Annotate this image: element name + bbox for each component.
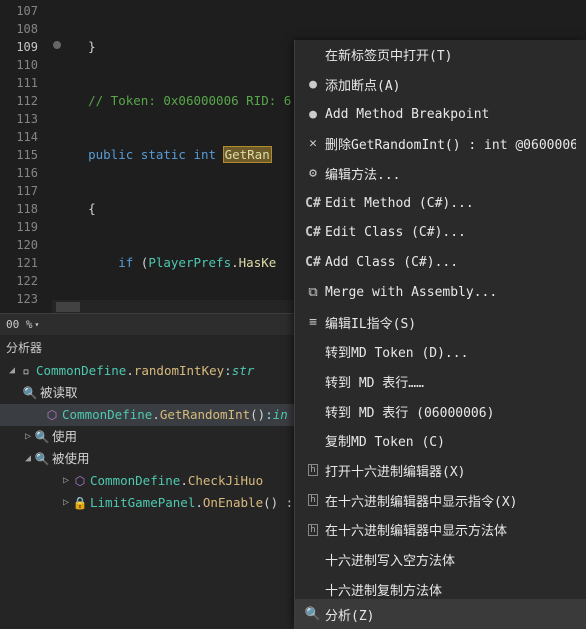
breakpoint-icon: ● bbox=[301, 77, 325, 92]
il-icon: ≡ bbox=[301, 315, 325, 330]
menu-merge-assembly[interactable]: ⧉Merge with Assembly... bbox=[295, 278, 586, 308]
method-icon: ⬡ bbox=[72, 470, 88, 492]
expand-icon[interactable]: ▷ bbox=[60, 492, 72, 514]
menu-goto-md-table[interactable]: 转到 MD 表行…… bbox=[295, 367, 586, 397]
menu-edit-il[interactable]: ≡编辑IL指令(S) bbox=[295, 307, 586, 337]
line-num: 113 bbox=[0, 110, 38, 128]
menu-write-empty-hex[interactable]: 十六进制写入空方法体 bbox=[295, 545, 586, 575]
line-num: 122 bbox=[0, 272, 38, 290]
csharp-icon: C# bbox=[301, 255, 325, 270]
expand-icon[interactable]: ▷ bbox=[22, 426, 34, 448]
zoom-dropdown-icon[interactable]: ▾ bbox=[35, 320, 40, 329]
menu-edit-method[interactable]: ⚙编辑方法... bbox=[295, 159, 586, 189]
menu-show-body-hex[interactable]: 𝚑在十六进制编辑器中显示方法体 bbox=[295, 515, 586, 545]
menu-goto-md-token[interactable]: 转到MD Token (D)... bbox=[295, 337, 586, 367]
line-num: 117 bbox=[0, 182, 38, 200]
line-num: 121 bbox=[0, 254, 38, 272]
line-num: 110 bbox=[0, 56, 38, 74]
csharp-icon: C# bbox=[301, 196, 325, 211]
breakpoint-icon: ● bbox=[301, 107, 325, 122]
line-num: 120 bbox=[0, 236, 38, 254]
menu-copy-md-token[interactable]: 复制MD Token (C) bbox=[295, 426, 586, 456]
menu-edit-method-cs[interactable]: C#Edit Method (C#)... bbox=[295, 188, 586, 218]
menu-open-hex[interactable]: 𝚑打开十六进制编辑器(X) bbox=[295, 456, 586, 486]
field-icon: ▫ bbox=[18, 360, 34, 382]
scrollbar-thumb[interactable] bbox=[56, 302, 80, 312]
line-num-current: 109 bbox=[0, 38, 38, 56]
search-icon: 🔍 bbox=[34, 426, 50, 448]
line-num: 115 bbox=[0, 146, 38, 164]
gear-icon: ⚙ bbox=[301, 166, 325, 181]
collapse-icon[interactable]: ◢ bbox=[6, 360, 18, 382]
menu-show-instr-hex[interactable]: 𝚑在十六进制编辑器中显示指令(X) bbox=[295, 485, 586, 515]
hex-icon: 𝚑 bbox=[301, 494, 325, 506]
line-num: 111 bbox=[0, 74, 38, 92]
context-menu: 在新标签页中打开(T) ●添加断点(A) ●Add Method Breakpo… bbox=[294, 40, 586, 629]
hex-icon: 𝚑 bbox=[301, 464, 325, 476]
lock-icon: 🔒 bbox=[72, 492, 88, 514]
highlighted-method[interactable]: GetRan bbox=[224, 147, 271, 162]
csharp-icon: C# bbox=[301, 225, 325, 240]
line-num: 108 bbox=[0, 20, 38, 38]
code-text: } bbox=[58, 39, 96, 54]
line-num: 116 bbox=[0, 164, 38, 182]
search-icon: 🔍 bbox=[34, 448, 50, 470]
merge-icon: ⧉ bbox=[301, 285, 325, 300]
menu-add-method-breakpoint[interactable]: ●Add Method Breakpoint bbox=[295, 99, 586, 129]
menu-edit-class-cs[interactable]: C#Edit Class (C#)... bbox=[295, 218, 586, 248]
menu-delete[interactable]: ✕删除GetRandomInt() : int @0600006 bbox=[295, 129, 586, 159]
hex-icon: 𝚑 bbox=[301, 524, 325, 536]
line-num: 118 bbox=[0, 200, 38, 218]
collapse-icon[interactable]: ◢ bbox=[22, 448, 34, 470]
line-num: 119 bbox=[0, 218, 38, 236]
menu-add-class-cs[interactable]: C#Add Class (C#)... bbox=[295, 248, 586, 278]
menu-analyze[interactable]: 🔍分析(Z) bbox=[295, 599, 586, 629]
search-icon: 🔍 bbox=[22, 382, 38, 404]
search-icon: 🔍 bbox=[301, 607, 325, 622]
menu-add-breakpoint[interactable]: ●添加断点(A) bbox=[295, 70, 586, 100]
line-num: 123 bbox=[0, 290, 38, 308]
expand-icon[interactable]: ▷ bbox=[60, 470, 72, 492]
zoom-level[interactable]: 00 % bbox=[6, 318, 33, 331]
breakpoint-indicator[interactable] bbox=[53, 41, 61, 49]
line-num: 112 bbox=[0, 92, 38, 110]
menu-goto-md-table-id[interactable]: 转到 MD 表行 (06000006) bbox=[295, 396, 586, 426]
line-num: 107 bbox=[0, 2, 38, 20]
menu-open-new-tab[interactable]: 在新标签页中打开(T) bbox=[295, 40, 586, 70]
delete-icon: ✕ bbox=[301, 136, 325, 151]
line-num: 114 bbox=[0, 128, 38, 146]
method-icon: ⬡ bbox=[44, 404, 60, 426]
